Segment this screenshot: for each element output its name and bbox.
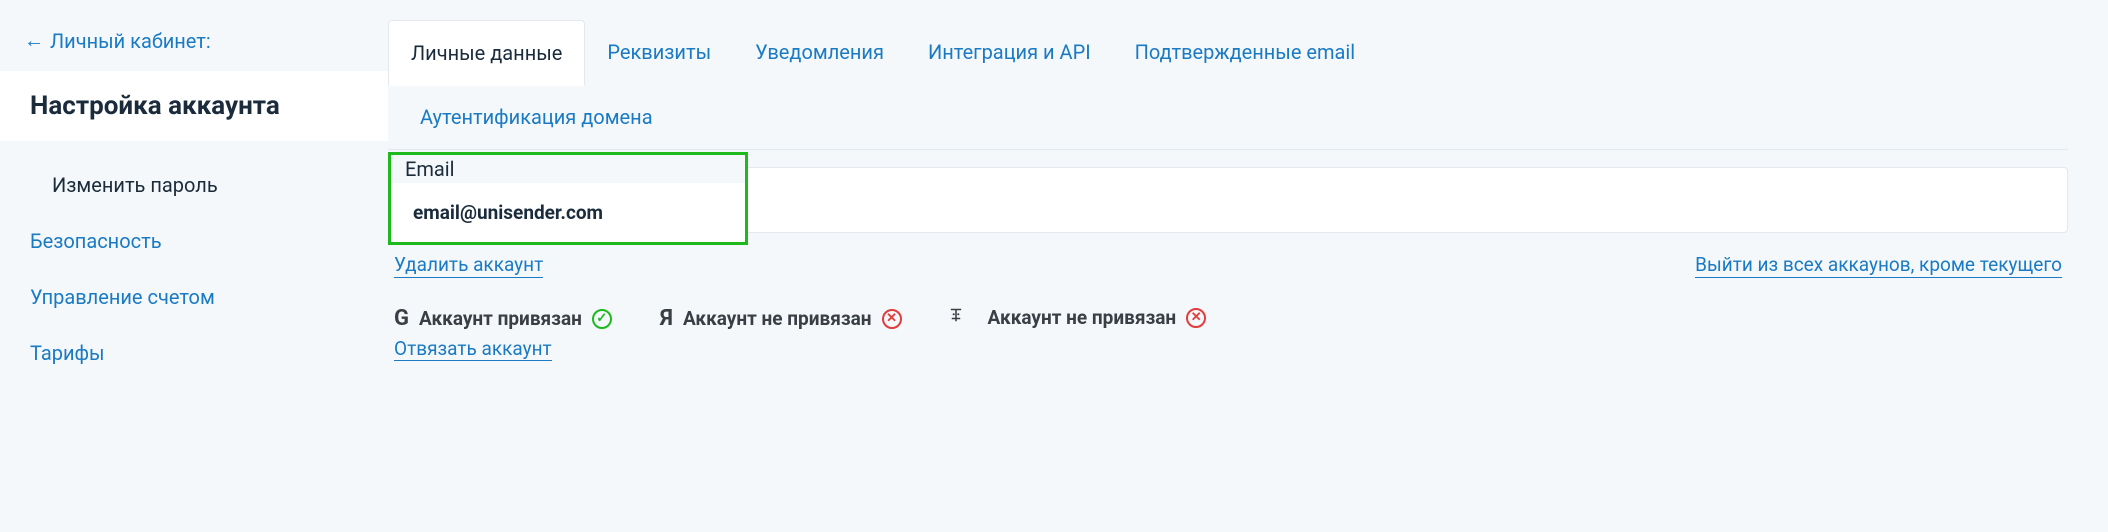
sidebar-items: Изменить пароль Безопасность Управление …	[0, 141, 388, 381]
email-value-preview: email@unisender.com	[391, 183, 745, 242]
logout-others-link[interactable]: Выйти из всех аккаунов, кроме текущего	[1695, 253, 2062, 278]
sidebar: ← Личный кабинет: Настройка аккаунта Изм…	[0, 20, 388, 381]
tab-integration-api[interactable]: Интеграция и API	[906, 20, 1113, 85]
breadcrumb[interactable]: ← Личный кабинет:	[0, 20, 388, 71]
account-yandex-label: Аккаунт не привязан	[683, 307, 872, 330]
tabs: Личные данные Реквизиты Уведомления Инте…	[388, 20, 2068, 150]
account-google: G Аккаунт привязан ✓ Отвязать аккаунт	[394, 306, 612, 361]
breadcrumb-label: Личный кабинет:	[50, 29, 211, 53]
main-content: Личные данные Реквизиты Уведомления Инте…	[388, 20, 2108, 381]
svg-text:ꔊ: ꔊ	[950, 308, 962, 324]
page-title: Настройка аккаунта	[0, 71, 388, 141]
account-yandex: Я Аккаунт не привязан ✕	[660, 306, 902, 331]
tab-personal-data[interactable]: Личные данные	[388, 20, 585, 86]
google-icon: G	[394, 306, 409, 331]
email-label: Email	[391, 155, 745, 183]
yandex-icon: Я	[660, 306, 673, 331]
x-circle-icon: ✕	[1186, 308, 1206, 328]
account-yandex-status[interactable]: Я Аккаунт не привязан ✕	[660, 306, 902, 331]
linked-accounts-row: G Аккаунт привязан ✓ Отвязать аккаунт Я …	[388, 282, 2068, 361]
unlink-google-link[interactable]: Отвязать аккаунт	[394, 337, 552, 361]
sidebar-item-security[interactable]: Безопасность	[0, 213, 388, 269]
sidebar-item-billing[interactable]: Управление счетом	[0, 269, 388, 325]
account-vk: ꔊ Аккаунт не привязан ✕	[950, 306, 1207, 329]
delete-account-link[interactable]: Удалить аккаунт	[394, 253, 543, 278]
sidebar-item-change-password[interactable]: Изменить пароль	[0, 157, 388, 213]
account-vk-label: Аккаунт не привязан	[988, 306, 1177, 329]
arrow-left-icon: ←	[24, 28, 44, 53]
tab-confirmed-emails[interactable]: Подтвержденные email	[1113, 20, 1378, 85]
tab-domain-auth[interactable]: Аутентификация домена	[398, 85, 2068, 149]
tab-notifications[interactable]: Уведомления	[733, 20, 906, 85]
account-vk-status[interactable]: ꔊ Аккаунт не привязан ✕	[950, 306, 1207, 329]
email-highlight-box: Email email@unisender.com	[388, 152, 748, 245]
vk-icon: ꔊ	[950, 306, 978, 329]
check-circle-icon: ✓	[592, 309, 612, 329]
sidebar-item-tariffs[interactable]: Тарифы	[0, 325, 388, 381]
account-google-status: G Аккаунт привязан ✓	[394, 306, 612, 331]
account-google-label: Аккаунт привязан	[419, 307, 582, 330]
tab-requisites[interactable]: Реквизиты	[585, 20, 733, 85]
x-circle-icon: ✕	[882, 309, 902, 329]
